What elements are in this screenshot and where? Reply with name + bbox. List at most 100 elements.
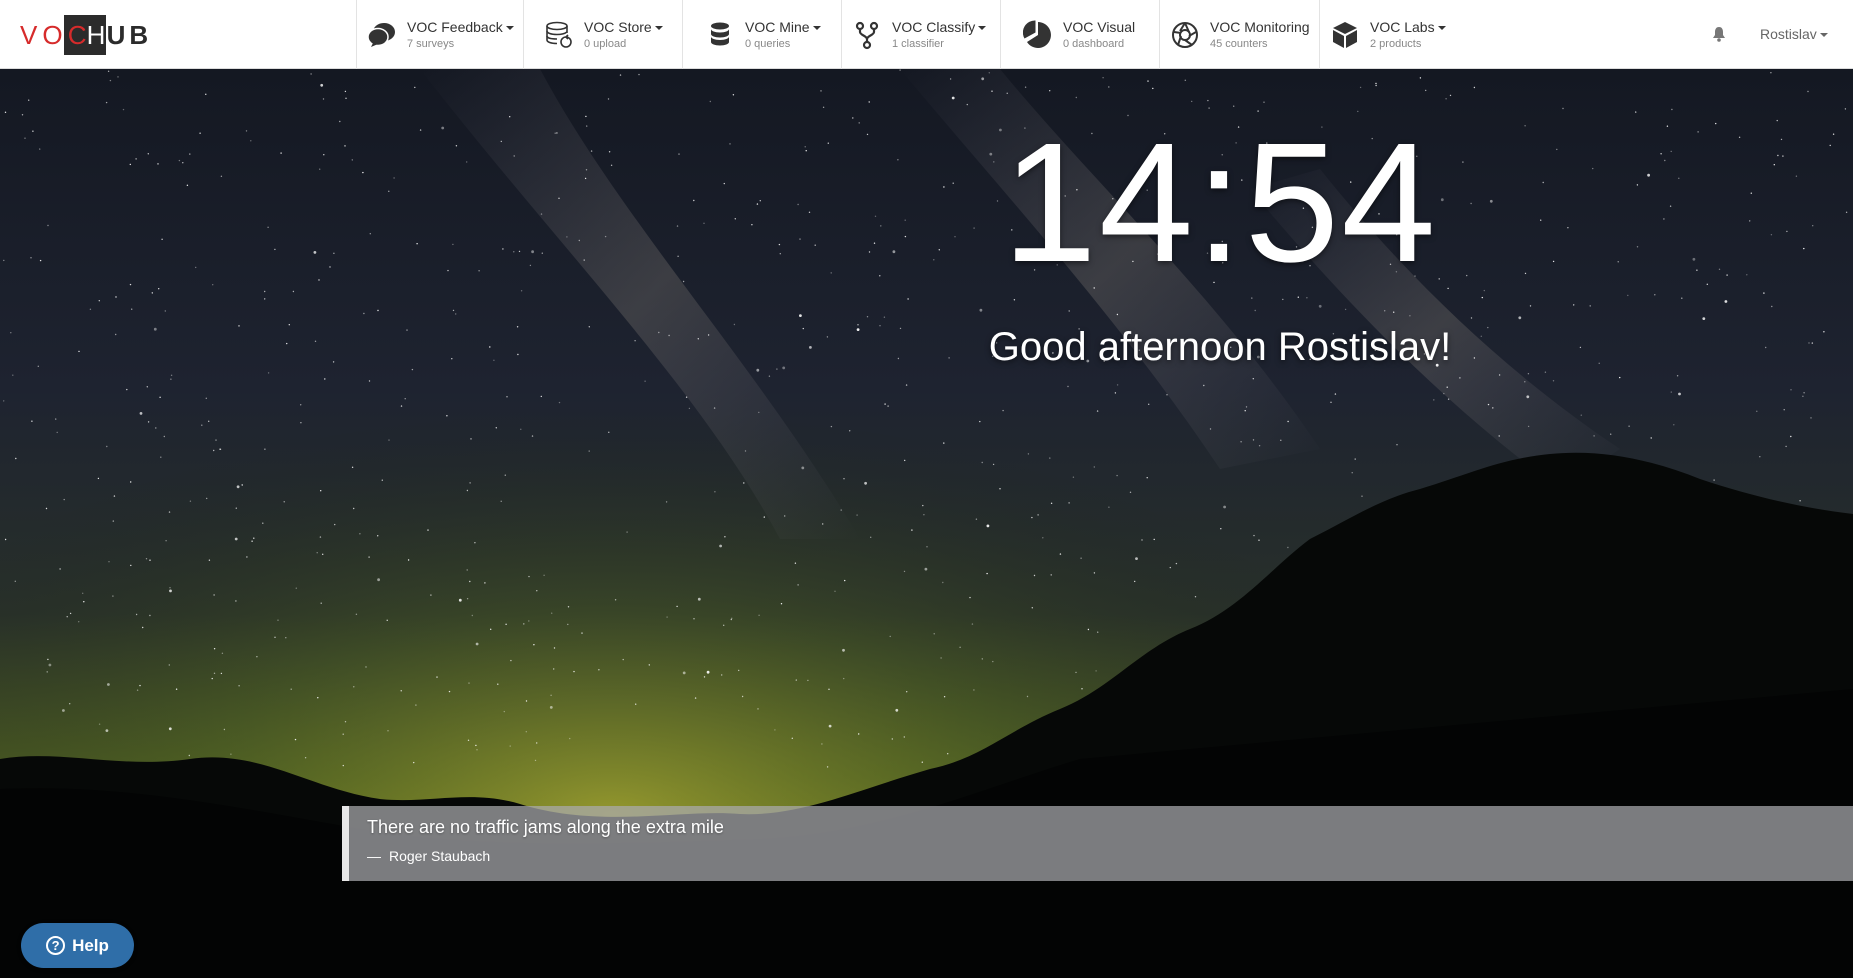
star (619, 74, 622, 76)
star (324, 378, 326, 380)
star (573, 670, 575, 673)
star (506, 396, 508, 398)
star (188, 754, 190, 757)
star (294, 738, 297, 741)
star (329, 266, 331, 268)
star (1770, 72, 1772, 74)
star (129, 283, 132, 286)
star (4, 538, 7, 541)
star (782, 366, 786, 370)
star (1552, 380, 1555, 382)
star (351, 466, 354, 468)
help-button[interactable]: ? Help (21, 923, 134, 968)
star (199, 132, 201, 134)
star (791, 737, 793, 739)
star (703, 676, 706, 678)
star (1702, 317, 1706, 320)
star (1580, 414, 1583, 416)
star (467, 739, 470, 741)
star (149, 559, 151, 561)
star (1134, 580, 1136, 583)
star (169, 587, 171, 589)
star (1718, 268, 1721, 270)
star (585, 115, 587, 118)
nav-voc-store[interactable]: VOC Store 0 upload (523, 0, 682, 69)
star (868, 251, 871, 253)
star (115, 296, 117, 298)
star (1589, 305, 1591, 307)
star (319, 536, 322, 538)
bell-icon[interactable] (1712, 26, 1726, 42)
star (776, 368, 778, 370)
star (892, 250, 896, 254)
star (891, 738, 893, 740)
star (1759, 456, 1761, 458)
star (470, 438, 472, 440)
vochub-logo[interactable]: VO CH UB (20, 14, 152, 56)
star (1050, 502, 1053, 504)
star (1002, 409, 1004, 412)
star (285, 637, 287, 639)
star (768, 375, 771, 377)
nav-voc-labs[interactable]: VOC Labs 2 products (1319, 0, 1446, 69)
star (1033, 574, 1036, 577)
star (794, 562, 797, 564)
star (1254, 309, 1256, 312)
main-menu: VOC Feedback 7 surveys VOC Store 0 uploa… (356, 0, 1446, 69)
star (39, 259, 42, 262)
star (1746, 274, 1748, 276)
star (165, 540, 167, 542)
star (942, 581, 944, 584)
star (288, 324, 290, 326)
star (105, 729, 109, 732)
nav-voc-visual[interactable]: VOC Visual 0 dashboard (1000, 0, 1159, 69)
star (840, 509, 842, 511)
star (799, 238, 801, 240)
star (169, 589, 172, 593)
star (66, 616, 68, 618)
star (377, 535, 379, 537)
question-circle-icon: ? (46, 936, 66, 955)
star (142, 626, 144, 629)
star (903, 736, 905, 738)
nav-voc-monitoring[interactable]: VOC Monitoring 45 counters (1159, 0, 1319, 69)
star (446, 415, 448, 417)
nav-voc-feedback[interactable]: VOC Feedback 7 surveys (356, 0, 523, 69)
star (1481, 296, 1484, 299)
star (828, 724, 832, 728)
star (531, 435, 534, 437)
star (1598, 362, 1600, 364)
star (170, 374, 173, 376)
star (262, 522, 264, 524)
star (1409, 315, 1411, 317)
nav-voc-classify[interactable]: VOC Classify 1 classifier (841, 0, 1000, 69)
nav-voc-mine[interactable]: VOC Mine 0 queries (682, 0, 841, 69)
star (1660, 153, 1662, 155)
star (175, 688, 178, 690)
star (943, 442, 945, 444)
user-name: Rostislav (1760, 26, 1817, 42)
star (1375, 84, 1377, 87)
star (163, 435, 165, 438)
star (387, 730, 389, 732)
star (724, 536, 726, 538)
star (1280, 439, 1282, 441)
star (525, 731, 527, 733)
star (458, 598, 462, 602)
star (1252, 378, 1255, 380)
star (906, 691, 908, 693)
star (146, 386, 148, 388)
star (475, 642, 479, 646)
star (1330, 401, 1332, 403)
star (874, 215, 877, 217)
star (688, 407, 691, 410)
star (30, 257, 32, 259)
star (283, 501, 285, 503)
star (215, 439, 217, 441)
user-menu[interactable]: Rostislav (1760, 26, 1828, 42)
star (1726, 274, 1728, 276)
star (466, 569, 468, 571)
star (1776, 119, 1778, 122)
star (135, 158, 137, 160)
nav-title: VOC Store (584, 19, 652, 35)
